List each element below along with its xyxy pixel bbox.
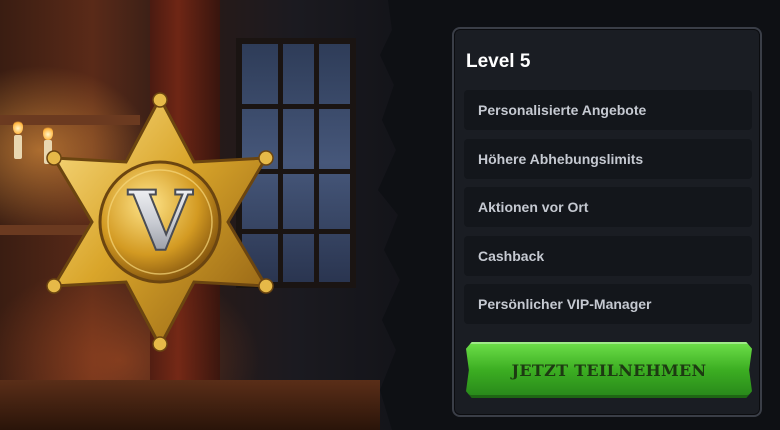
- star-tip-ball: [258, 278, 274, 294]
- star-tip-ball: [152, 92, 168, 108]
- vip-level-panel: Level 5 Personalisierte Angebote Höhere …: [452, 27, 762, 417]
- perk-item-vip-manager: Persönlicher VIP-Manager: [464, 284, 752, 324]
- saloon-table: [0, 380, 380, 430]
- badge-letter: V: [127, 174, 193, 270]
- sheriff-star-badge-icon: V: [46, 92, 274, 352]
- star-tip-ball: [258, 150, 274, 166]
- join-now-button[interactable]: JETZT TEILNEHMEN: [466, 342, 752, 398]
- candle-flame: [13, 120, 23, 134]
- candle: [14, 135, 22, 159]
- level-title: Level 5: [466, 51, 531, 72]
- perk-item-higher-withdrawal-limits: Höhere Abhebungslimits: [464, 138, 752, 179]
- window-mullion: [314, 44, 319, 282]
- saloon-background-image: V: [0, 0, 420, 430]
- perk-item-cashback: Cashback: [464, 235, 752, 276]
- star-tip-ball: [46, 278, 62, 294]
- perk-item-personalized-offers: Personalisierte Angebote: [464, 90, 752, 130]
- perk-list: Personalisierte Angebote Höhere Abhebung…: [464, 90, 752, 333]
- star-tip-ball: [46, 150, 62, 166]
- perk-item-onsite-promotions: Aktionen vor Ort: [464, 187, 752, 227]
- star-tip-ball: [152, 336, 168, 352]
- torn-edge: [378, 0, 442, 430]
